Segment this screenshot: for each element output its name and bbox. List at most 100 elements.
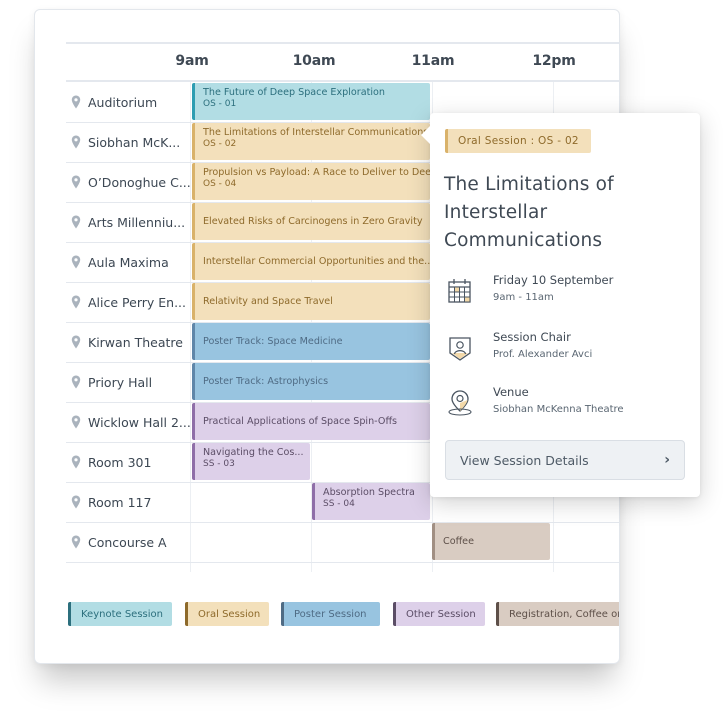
session-venue-row: Venue Siobhan McKenna Theatre — [447, 385, 687, 425]
session-date-row: Friday 10 September 9am - 11am — [447, 273, 687, 313]
session-block-title: The Future of Deep Space Exploration — [203, 87, 385, 98]
room-name: Room 301 — [71, 442, 189, 482]
session-block-title: Poster Track: Space Medicine — [203, 335, 343, 347]
legend-item-registration: Registration, Coffee or Lunch — [496, 602, 619, 626]
room-name: Kirwan Theatre — [71, 322, 189, 362]
session-block[interactable]: Propulsion vs Payload: A Race to Deliver… — [192, 163, 430, 200]
session-block-title: Navigating the Cos... — [203, 447, 304, 458]
room-name: Room 117 — [71, 482, 189, 522]
room-name: Siobhan McK... — [71, 122, 189, 162]
room-name-label: Siobhan McK... — [88, 134, 181, 150]
session-block[interactable]: Navigating the Cos... SS - 03 — [192, 443, 310, 480]
time-label-12pm: 12pm — [532, 53, 576, 69]
session-block[interactable]: Relativity and Space Travel — [192, 283, 430, 320]
person-badge-icon — [449, 337, 471, 361]
room-name: Aula Maxima — [71, 242, 189, 282]
room-name-label: Arts Millenniu... — [88, 214, 186, 230]
room-name-label: Auditorium — [88, 94, 158, 110]
session-block-title: Propulsion vs Payload: A Race to Deliver… — [203, 167, 430, 178]
session-popover: Oral Session : OS - 02 The Limitations o… — [421, 113, 700, 497]
time-label-11am: 11am — [411, 53, 455, 69]
location-pin-icon — [71, 335, 81, 349]
map-pin-icon — [448, 390, 472, 416]
session-time-range: 9am - 11am — [493, 292, 554, 303]
session-block-code: OS - 04 — [203, 179, 237, 189]
room-name: Priory Hall — [71, 362, 189, 402]
room-name-label: Alice Perry En... — [88, 294, 186, 310]
room-name-label: O’Donoghue C... — [88, 174, 191, 190]
location-pin-icon — [71, 535, 81, 549]
location-pin-icon — [71, 255, 81, 269]
session-block-title: Practical Applications of Space Spin-Off… — [203, 415, 398, 427]
legend-label: Other Session — [406, 608, 476, 620]
legend-label: Poster Session — [294, 608, 367, 620]
session-block-title: Elevated Risks of Carcinogens in Zero Gr… — [203, 215, 423, 227]
room-name-label: Room 117 — [88, 494, 152, 510]
calendar-icon — [448, 279, 471, 303]
room-name-label: Concourse A — [88, 534, 167, 550]
view-session-details-button[interactable]: View Session Details › — [445, 440, 685, 480]
room-name: Auditorium — [71, 82, 189, 122]
session-block-code: SS - 04 — [323, 499, 355, 509]
room-name-label: Aula Maxima — [88, 254, 169, 270]
room-name-label: Priory Hall — [88, 374, 153, 390]
session-block-code: OS - 02 — [203, 139, 237, 149]
room-name-label: Room 301 — [88, 454, 152, 470]
session-block[interactable]: Interstellar Commercial Opportunities an… — [192, 243, 430, 280]
session-chair-name: Prof. Alexander Avci — [493, 349, 593, 360]
session-block-title: Coffee — [443, 535, 474, 547]
legend-label: Registration, Coffee or Lunch — [509, 608, 619, 620]
view-session-details-label: View Session Details — [460, 452, 589, 468]
location-pin-icon — [71, 375, 81, 389]
room-row: Concourse A Coffee — [66, 522, 619, 563]
session-block[interactable]: Coffee — [432, 523, 550, 560]
session-block[interactable]: The Future of Deep Space Exploration OS -… — [192, 83, 430, 120]
location-pin-icon — [71, 455, 81, 469]
time-label-9am: 9am — [175, 53, 209, 69]
session-block-code: SS - 03 — [203, 459, 235, 469]
popover-arrow — [421, 125, 431, 145]
venue-name: Siobhan McKenna Theatre — [493, 404, 624, 415]
session-block-title: Interstellar Commercial Opportunities an… — [203, 255, 430, 267]
room-name: Concourse A — [71, 522, 189, 562]
session-block-title: The Limitations of Interstellar Communic… — [203, 127, 429, 138]
time-header: 9am 10am 11am 12pm — [66, 42, 619, 82]
room-name: Arts Millenniu... — [71, 202, 189, 242]
session-type-badge: Oral Session : OS - 02 — [445, 129, 591, 153]
session-block-title: Poster Track: Astrophysics — [203, 375, 329, 387]
legend-label: Keynote Session — [81, 608, 163, 620]
location-pin-icon — [71, 135, 81, 149]
session-block[interactable]: Poster Track: Space Medicine — [192, 323, 430, 360]
room-name: Alice Perry En... — [71, 282, 189, 322]
legend-item-other: Other Session — [393, 602, 485, 626]
session-block[interactable]: Absorption Spectra SS - 04 — [312, 483, 430, 520]
room-name: Wicklow Hall 2... — [71, 402, 191, 442]
time-label-10am: 10am — [292, 53, 336, 69]
session-block-title: Relativity and Space Travel — [203, 295, 333, 307]
venue-label: Venue — [493, 385, 529, 399]
session-block[interactable]: Practical Applications of Space Spin-Off… — [192, 403, 430, 440]
location-pin-icon — [71, 415, 81, 429]
legend: Keynote Session Oral Session Poster Sessio… — [68, 602, 619, 626]
legend-item-oral: Oral Session — [185, 602, 269, 626]
room-name-label: Kirwan Theatre — [88, 334, 183, 350]
session-chair-label: Session Chair — [493, 330, 571, 344]
session-block[interactable]: Elevated Risks of Carcinogens in Zero Gr… — [192, 203, 430, 240]
location-pin-icon — [71, 495, 81, 509]
legend-item-poster: Poster Session — [281, 602, 380, 626]
legend-label: Oral Session — [198, 608, 261, 620]
room-name: O’Donoghue C... — [71, 162, 191, 202]
session-date: Friday 10 September — [493, 273, 614, 287]
session-block-title: Absorption Spectra — [323, 487, 415, 498]
session-block-code: OS - 01 — [203, 99, 237, 109]
chevron-right-icon: › — [664, 452, 670, 468]
session-title: The Limitations of Interstellar Communic… — [444, 174, 614, 251]
session-block[interactable]: The Limitations of Interstellar Communic… — [192, 123, 430, 160]
location-pin-icon — [71, 295, 81, 309]
legend-item-keynote: Keynote Session — [68, 602, 172, 626]
location-pin-icon — [71, 175, 81, 189]
location-pin-icon — [71, 95, 81, 109]
room-name-label: Wicklow Hall 2... — [88, 414, 191, 430]
location-pin-icon — [71, 215, 81, 229]
session-block[interactable]: Poster Track: Astrophysics — [192, 363, 430, 400]
